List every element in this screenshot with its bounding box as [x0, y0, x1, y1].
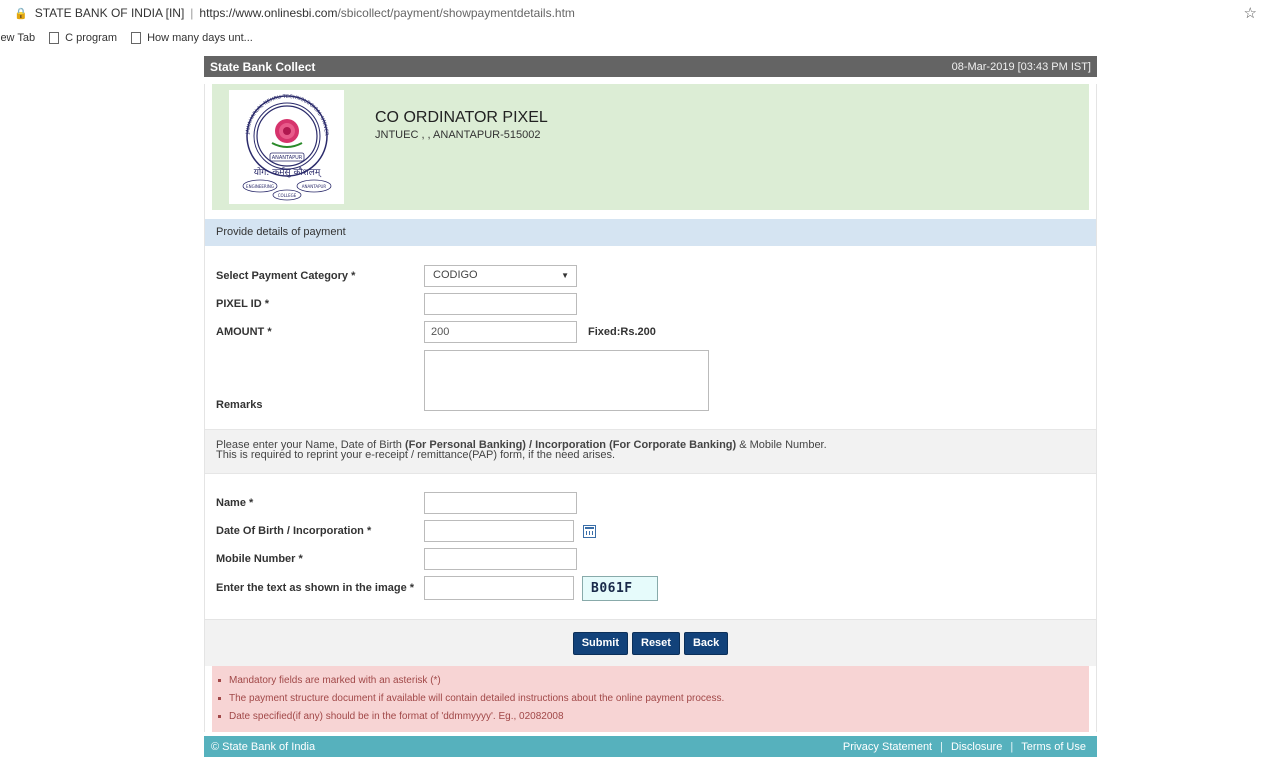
pixel-id-label: PIXEL ID *: [216, 298, 269, 310]
notes-wrapper: Mandatory fields are marked with an aste…: [205, 666, 1096, 732]
amount-label: AMOUNT *: [216, 326, 272, 338]
institution-logo: JAWAHARLAL NEHRU TECHNOLOGICAL UNIVERSIT…: [229, 90, 344, 204]
dob-label: Date Of Birth / Incorporation *: [216, 525, 372, 537]
amount-row: AMOUNT * Fixed:Rs.200: [205, 318, 1096, 346]
personal-details-form: Name * Date Of Birth / Incorporation * M…: [205, 474, 1096, 619]
bookmark-c-program[interactable]: C program: [49, 32, 117, 44]
mobile-row: Mobile Number *: [205, 545, 1096, 573]
amount-fixed-note: Fixed:Rs.200: [588, 326, 656, 338]
site-identity[interactable]: STATE BANK OF INDIA [IN]: [35, 6, 185, 20]
action-bar: Submit Reset Back: [205, 619, 1096, 666]
back-button[interactable]: Back: [683, 631, 729, 655]
url-host: https://www.onlinesbi.com: [199, 6, 338, 20]
pixel-id-input[interactable]: [424, 293, 577, 315]
name-label: Name *: [216, 497, 254, 509]
header-bar: State Bank Collect 08-Mar-2019 [03:43 PM…: [204, 56, 1097, 77]
amount-input[interactable]: [424, 321, 577, 343]
link-separator: |: [1010, 740, 1014, 753]
browser-address-bar[interactable]: 🔒 STATE BANK OF INDIA [IN] | https://www…: [0, 0, 1267, 26]
note-text: The payment structure document if availa…: [229, 693, 725, 704]
lock-icon: 🔒: [14, 7, 28, 20]
header-datetime: 08-Mar-2019 [03:43 PM IST]: [951, 60, 1091, 73]
logo-left-text: ENGINEERING: [246, 184, 274, 189]
app-title: State Bank Collect: [210, 59, 316, 74]
pixel-id-row: PIXEL ID *: [205, 290, 1096, 318]
terms-link[interactable]: Terms of Use: [1021, 741, 1086, 753]
bullet-icon: [218, 714, 221, 718]
disclosure-link[interactable]: Disclosure: [951, 741, 1002, 753]
info-text: & Mobile Number.: [736, 439, 827, 451]
merchant-address: JNTUEC , , ANANTAPUR-515002: [375, 129, 541, 141]
dob-row: Date Of Birth / Incorporation *: [205, 517, 1096, 545]
privacy-link[interactable]: Privacy Statement: [843, 741, 932, 753]
logo-right-text: ANANTAPUR: [301, 184, 326, 189]
reset-button[interactable]: Reset: [632, 631, 680, 655]
mobile-label: Mobile Number *: [216, 553, 303, 565]
captcha-image: B061F: [582, 575, 658, 601]
page-icon: [131, 32, 142, 44]
separator: |: [190, 6, 194, 20]
merchant-panel: JAWAHARLAL NEHRU TECHNOLOGICAL UNIVERSIT…: [212, 84, 1089, 210]
bookmarks-bar: lew Tab C program How many days unt...: [0, 26, 267, 50]
logo-place-text: ANANTAPUR: [271, 155, 302, 161]
name-row: Name *: [205, 489, 1096, 517]
footer-bar: © State Bank of India Privacy Statement |…: [204, 736, 1097, 757]
payment-category-row: Select Payment Category * CODIGO ▼: [205, 262, 1096, 290]
jntu-logo-icon: JAWAHARLAL NEHRU TECHNOLOGICAL UNIVERSIT…: [232, 91, 331, 201]
bookmark-days-until[interactable]: How many days unt...: [131, 32, 253, 44]
info-line-2: This is required to reprint your e-recei…: [216, 449, 616, 461]
merchant-name: CO ORDINATOR PIXEL: [375, 109, 548, 126]
remarks-label: Remarks: [216, 399, 263, 411]
note-item: Mandatory fields are marked with an aste…: [212, 672, 1089, 690]
logo-bottom-text: COLLEGE: [277, 193, 296, 198]
captcha-input[interactable]: [424, 576, 574, 600]
note-item: Date specified(if any) should be in the …: [212, 708, 1089, 726]
calendar-icon[interactable]: [583, 524, 596, 538]
payment-details-form: Select Payment Category * CODIGO ▼ PIXEL…: [205, 246, 1096, 411]
payment-category-value: CODIGO: [433, 269, 478, 281]
url-text[interactable]: https://www.onlinesbi.com/sbicollect/pay…: [199, 6, 575, 20]
dropdown-arrow-icon: ▼: [561, 271, 569, 280]
logo-motto-text: योग: कर्मसु कौशलम्: [253, 166, 322, 178]
link-separator: |: [940, 740, 943, 753]
notes-panel: Mandatory fields are marked with an aste…: [212, 666, 1089, 732]
bookmark-new-tab[interactable]: lew Tab: [0, 32, 35, 44]
dob-input[interactable]: [424, 520, 574, 542]
payment-category-label: Select Payment Category *: [216, 270, 356, 282]
page-container: State Bank Collect 08-Mar-2019 [03:43 PM…: [204, 56, 1097, 757]
note-text: Date specified(if any) should be in the …: [229, 711, 564, 722]
bullet-icon: [218, 696, 221, 700]
submit-button[interactable]: Submit: [572, 631, 628, 655]
url-path: /sbicollect/payment/showpaymentdetails.h…: [337, 6, 575, 20]
reprint-info-text: Please enter your Name, Date of Birth (F…: [205, 429, 1096, 474]
bookmark-label: C program: [65, 32, 118, 44]
note-text: Mandatory fields are marked with an aste…: [229, 675, 441, 686]
copyright-text: © State Bank of India: [211, 740, 316, 753]
remarks-row: Remarks: [205, 349, 1096, 411]
name-input[interactable]: [424, 492, 577, 514]
payment-category-select[interactable]: CODIGO ▼: [424, 265, 577, 287]
captcha-label: Enter the text as shown in the image *: [216, 582, 415, 594]
note-item: The payment structure document if availa…: [212, 690, 1089, 708]
footer-links: Privacy Statement | Disclosure | Terms of Us…: [839, 741, 1090, 753]
remarks-textarea[interactable]: [424, 350, 709, 411]
content-frame: JAWAHARLAL NEHRU TECHNOLOGICAL UNIVERSIT…: [204, 84, 1097, 732]
payment-section-heading: Provide details of payment: [205, 219, 1096, 246]
page-icon: [49, 32, 60, 44]
captcha-row: Enter the text as shown in the image * B…: [205, 573, 1096, 603]
bookmark-star-icon[interactable]: ☆: [1244, 4, 1257, 22]
bookmark-label: How many days unt...: [147, 32, 253, 44]
bullet-icon: [218, 678, 221, 682]
mobile-input[interactable]: [424, 548, 577, 570]
bookmark-label: lew Tab: [0, 32, 36, 44]
